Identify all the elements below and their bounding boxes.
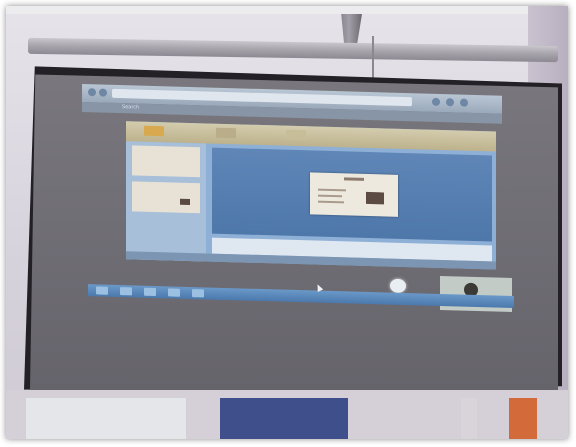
browser-action-icon xyxy=(432,97,440,106)
ribbon-tab xyxy=(286,129,306,141)
taskbar-app-icon xyxy=(120,287,132,296)
presentation-window xyxy=(126,121,496,270)
slide-text-line xyxy=(318,194,342,198)
current-slide xyxy=(310,172,398,217)
wall-poster xyxy=(509,398,537,439)
slide-thumbnail xyxy=(132,145,200,178)
taskbar-app-icon xyxy=(168,288,180,297)
ribbon-tab xyxy=(216,127,236,139)
taskbar-app-icon xyxy=(144,287,156,297)
projected-desktop: Search xyxy=(82,83,514,318)
start-icon xyxy=(96,286,108,295)
taskbar-app-icon xyxy=(192,289,204,298)
browser-action-icon xyxy=(446,98,454,107)
slide-text-line xyxy=(318,188,346,192)
ribbon-tab xyxy=(144,125,164,137)
slide-thumbnail xyxy=(132,181,200,214)
lower-wall xyxy=(6,390,568,439)
wall-poster xyxy=(461,398,477,439)
slide-image xyxy=(366,191,384,205)
back-icon xyxy=(88,88,96,97)
forward-icon xyxy=(99,88,107,97)
wall-poster xyxy=(220,398,348,439)
slide-canvas xyxy=(212,147,492,242)
ceiling xyxy=(6,6,568,14)
browser-menu-icon xyxy=(460,98,468,107)
photo-frame: Search xyxy=(6,6,568,439)
slide-text-line xyxy=(318,200,344,204)
call-control-button xyxy=(390,278,406,294)
wall-poster xyxy=(26,398,186,439)
browser-tab-label: Search xyxy=(122,104,140,111)
thumbnail-image xyxy=(180,198,190,206)
slide-title xyxy=(344,177,364,181)
slide-thumbnail-panel xyxy=(126,141,206,262)
